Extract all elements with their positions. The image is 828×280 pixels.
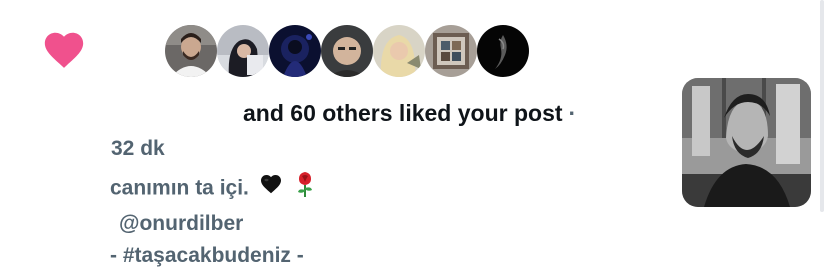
- liked-text: and 60 others liked your post ·: [243, 100, 576, 127]
- avatar[interactable]: [477, 25, 529, 77]
- avatar[interactable]: [165, 25, 217, 77]
- avatar[interactable]: [425, 25, 477, 77]
- hashtag-line[interactable]: - #taşacakbudeniz -: [110, 240, 317, 272]
- timestamp: 32 dk: [111, 137, 165, 160]
- heart-icon: [41, 27, 87, 73]
- caption-line: canımın ta içi.: [110, 170, 317, 208]
- avatar[interactable]: [217, 25, 269, 77]
- like-notification[interactable]: and 60 others liked your post · 32 dk can…: [0, 0, 828, 280]
- avatar[interactable]: [373, 25, 425, 77]
- mention-link[interactable]: @onurdilber: [110, 208, 317, 240]
- separator-dot: ·: [568, 100, 577, 126]
- caption-text: canımın ta içi.: [110, 176, 249, 200]
- avatar[interactable]: [269, 25, 321, 77]
- black-heart-emoji: [259, 172, 283, 206]
- liked-message: and 60 others liked your post: [243, 100, 563, 126]
- scrollbar[interactable]: [820, 0, 824, 212]
- post-caption: canımın ta içi. @onurdilber - #taşacakbu…: [110, 170, 317, 272]
- rose-emoji: [293, 170, 317, 208]
- post-thumbnail[interactable]: [682, 78, 811, 207]
- avatar[interactable]: [321, 25, 373, 77]
